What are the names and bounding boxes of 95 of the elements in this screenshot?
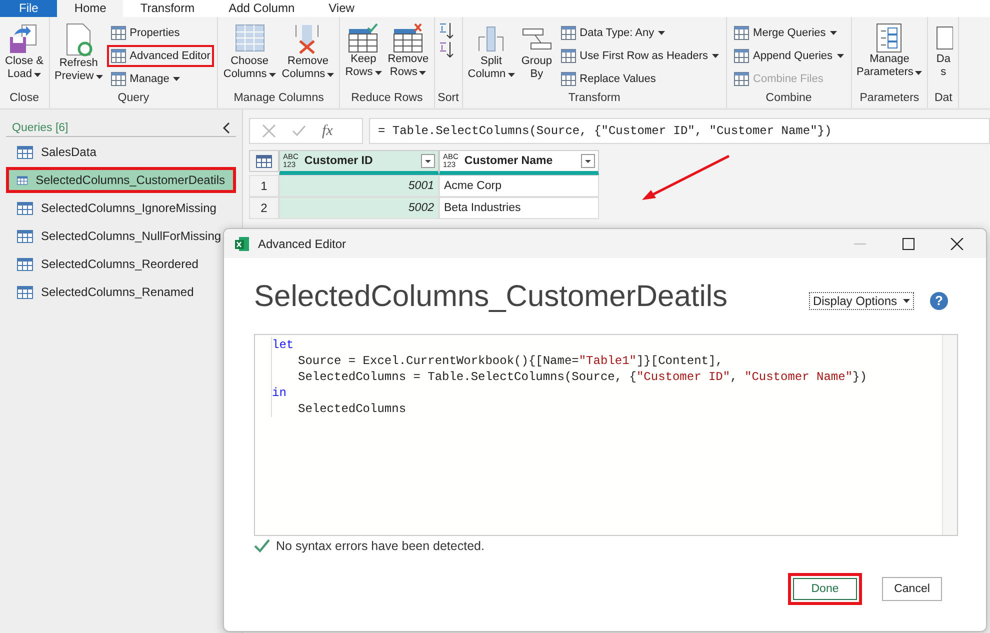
ribbon-button[interactable]: Choose Columns (221, 21, 278, 83)
scrollbar[interactable] (942, 335, 957, 535)
cancel-button[interactable]: Cancel (882, 577, 942, 601)
command-icon (110, 49, 126, 63)
group-label: Dat (933, 91, 954, 106)
query-item[interactable]: SelectedColumns_IgnoreMissing (6, 195, 236, 221)
collapse-icon[interactable] (222, 122, 230, 134)
table-icon (17, 174, 28, 186)
query-item[interactable]: SelectedColumns_Reordered (6, 251, 236, 277)
command-icon (560, 49, 576, 63)
query-item[interactable]: SelectedColumns_CustomerDeatils (6, 167, 236, 193)
dialog-title: Advanced Editor (258, 236, 348, 250)
ribbon-command[interactable]: Manage (106, 68, 214, 90)
parameters-icon (875, 23, 904, 53)
query-item[interactable]: SelectedColumns_NullForMissing (6, 223, 236, 249)
table-cell: Beta Industries (439, 197, 599, 219)
keep-rows-icon (347, 23, 380, 53)
group-label: Query (116, 91, 150, 106)
ribbon-command[interactable]: Advanced Editor (106, 45, 214, 67)
command-icon (560, 72, 576, 86)
file-tab[interactable]: File (0, 0, 58, 17)
table-cell: 5001 (279, 175, 439, 197)
command-icon (110, 72, 126, 86)
ribbon-button[interactable]: Split Column (466, 21, 517, 83)
ribbon-command[interactable]: Append Queries (730, 45, 848, 67)
ribbon-command[interactable]: Data Type: Any (556, 22, 724, 44)
done-button[interactable]: Done (788, 573, 862, 605)
dropdown-icon[interactable] (421, 154, 435, 168)
status-message: No syntax errors have been detected. (276, 539, 484, 553)
ribbon-button[interactable]: Remove Rows (386, 21, 431, 81)
group-label: Manage Columns (232, 91, 325, 106)
caret-icon (419, 70, 426, 74)
caret-icon (915, 70, 922, 74)
caret-icon (268, 72, 276, 76)
table-icon (17, 286, 33, 298)
caret-icon (374, 70, 382, 74)
remove-rows-icon (392, 23, 424, 53)
group-label: Sort (438, 91, 459, 106)
caret-icon (830, 31, 837, 35)
ribbon-button[interactable]: Refresh Preview (52, 21, 105, 85)
row-number: 1 (249, 175, 279, 197)
ribbon-command[interactable]: Use First Row as Headers (556, 45, 724, 67)
query-heading: SelectedColumns_CustomerDeatils (254, 280, 729, 314)
group-label: Transform (567, 91, 622, 106)
ribbon-button[interactable]: Group By (518, 21, 555, 83)
code-editor[interactable]: let Source = Excel.CurrentWorkbook(){[Name="Table1"]}[Content], SelectedColumns = Table.SelectColumns(Source, {"Customer ID", "Customer Name"}) in SelectedColumns (254, 334, 958, 536)
ribbon-button[interactable]: Close & Load (3, 21, 46, 83)
ribbon-command[interactable]: Properties (106, 22, 214, 44)
ribbon-command[interactable]: Merge Queries (730, 22, 848, 44)
table-cell: 5002 (279, 197, 439, 219)
query-item[interactable]: SalesData (6, 139, 236, 165)
row-number: 2 (249, 197, 279, 219)
caret-icon (34, 72, 41, 76)
table-icon (17, 230, 33, 242)
sort-ascending-icon[interactable] (438, 22, 454, 40)
command-icon (734, 49, 750, 63)
sort-descending-icon[interactable] (438, 41, 454, 59)
group-label: Reduce Rows (350, 91, 424, 106)
ribbon-command[interactable]: Replace Values (556, 68, 724, 90)
help-button[interactable]: ? (930, 292, 948, 310)
table-icon (17, 146, 33, 158)
caret-icon (658, 31, 666, 35)
table-icon (17, 202, 33, 214)
table-cell: Acme Corp (439, 175, 599, 197)
ribbon-tab[interactable]: Home (57, 0, 124, 17)
command-icon (734, 72, 750, 86)
table-icon (256, 154, 272, 168)
caret-icon (712, 54, 720, 58)
table-menu-button[interactable] (249, 150, 279, 172)
ribbon-button[interactable]: Remove Columns (280, 21, 336, 83)
caret-icon (836, 54, 844, 58)
group-label: Combine (764, 91, 813, 106)
fx-label: fx (322, 122, 333, 140)
dropdown-icon[interactable] (581, 154, 595, 168)
ribbon-button[interactable]: Keep Rows (343, 21, 384, 81)
command-icon (560, 26, 576, 40)
caret-icon (173, 77, 180, 81)
table-icon (17, 258, 33, 270)
caret-icon (327, 72, 334, 76)
check-icon (254, 539, 270, 553)
command-icon (734, 26, 750, 40)
display-options-button[interactable]: Display Options (808, 292, 914, 310)
ribbon-button[interactable]: Da s (931, 21, 956, 81)
group-label: Parameters (858, 91, 920, 106)
caret-icon (508, 72, 515, 76)
formula-field[interactable]: = Table.SelectColumns(Source, {"Customer ID", "Customer Name"}) (369, 118, 990, 144)
excel-icon (234, 236, 250, 252)
check-icon[interactable] (292, 125, 306, 137)
group-label: Close (8, 91, 40, 106)
ribbon-button[interactable]: Manage Parameters (854, 21, 924, 81)
command-icon (110, 26, 126, 40)
caret-icon (903, 299, 910, 303)
caret-icon (96, 74, 103, 78)
query-item[interactable]: SelectedColumns_Renamed (6, 279, 236, 305)
queries-title: Queries [6] (12, 122, 68, 134)
